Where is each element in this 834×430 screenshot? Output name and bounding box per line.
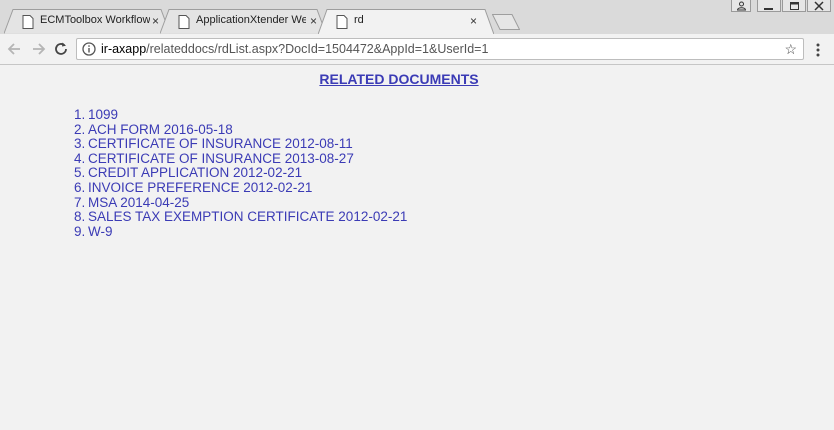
document-link[interactable]: ACH FORM 2016-05-18 (88, 122, 233, 137)
list-item: 6. INVOICE PREFERENCE 2012-02-21 (74, 179, 407, 196)
document-link[interactable]: W-9 (88, 224, 113, 239)
list-item: 7. MSA 2014-04-25 (74, 194, 407, 211)
page-icon (178, 15, 190, 29)
list-item-number: 9. (74, 223, 86, 239)
url-path: /relateddocs/rdList.aspx?DocId=1504472&A… (146, 42, 489, 56)
maximize-button[interactable] (782, 0, 806, 12)
list-item: 4. CERTIFICATE OF INSURANCE 2013-08-27 (74, 150, 407, 167)
list-item: 9. W-9 (74, 223, 407, 240)
list-item: 2. ACH FORM 2016-05-18 (74, 121, 407, 138)
url-text: ir-axapp/relateddocs/rdList.aspx?DocId=1… (101, 42, 488, 56)
document-link[interactable]: MSA 2014-04-25 (88, 195, 189, 210)
tab-close-icon[interactable]: × (470, 14, 477, 28)
document-link[interactable]: SALES TAX EXEMPTION CERTIFICATE 2012-02-… (88, 209, 407, 224)
page-content: RELATED DOCUMENTS 1. 1099 2. ACH FORM 2016-… (0, 65, 834, 430)
tab-ecmtoolbox[interactable]: ECMToolbox Workflow v4.0 × (4, 9, 170, 34)
document-link[interactable]: CERTIFICATE OF INSURANCE 2013-08-27 (88, 151, 354, 166)
list-item-number: 3. (74, 136, 86, 152)
list-item: 8. SALES TAX EXEMPTION CERTIFICATE 2012-0… (74, 209, 407, 225)
address-bar[interactable]: ir-axapp/relateddocs/rdList.aspx?DocId=1… (76, 38, 804, 60)
new-tab-button[interactable] (492, 14, 520, 30)
document-link[interactable]: 1099 (88, 107, 118, 122)
tab-title: ECMToolbox Workflow v4.0 (40, 14, 150, 26)
tab-title: ApplicationXtender Web Ac (196, 14, 306, 26)
forward-arrow-icon[interactable] (29, 40, 47, 58)
page-icon (336, 15, 348, 29)
person-icon (736, 1, 747, 11)
page-icon (22, 15, 34, 29)
browser-titlebar: ECMToolbox Workflow v4.0 × ApplicationXt… (0, 0, 834, 35)
tab-rd[interactable]: rd × (318, 9, 494, 35)
profile-button[interactable] (731, 0, 751, 12)
url-host: ir-axapp (101, 42, 147, 56)
reload-icon[interactable] (52, 40, 70, 58)
tab-close-icon[interactable]: × (152, 14, 159, 28)
tab-applicationxtender[interactable]: ApplicationXtender Web Ac × (160, 9, 326, 34)
list-item-number: 7. (74, 194, 86, 210)
page-title[interactable]: RELATED DOCUMENTS (0, 71, 798, 87)
list-item-number: 2. (74, 121, 86, 137)
list-item-number: 1. (74, 107, 86, 122)
list-item-number: 6. (74, 179, 86, 195)
tab-close-icon[interactable]: × (310, 14, 317, 28)
restore-icon (790, 2, 799, 10)
info-icon[interactable] (82, 42, 96, 56)
document-link[interactable]: CREDIT APPLICATION 2012-02-21 (88, 165, 302, 181)
related-documents-list: 1. 1099 2. ACH FORM 2016-05-18 3. CERTIFICATE… (74, 107, 407, 240)
bookmark-star-icon[interactable]: ☆ (784, 41, 797, 57)
tab-title: rd (354, 14, 364, 26)
list-item: 5. CREDIT APPLICATION 2012-02-21 (74, 166, 407, 181)
minimize-button[interactable] (757, 0, 781, 12)
browser-toolbar: ir-axapp/relateddocs/rdList.aspx?DocId=1… (0, 34, 834, 65)
menu-dots-icon[interactable] (813, 42, 823, 58)
list-item-number: 8. (74, 209, 86, 225)
close-icon (814, 1, 824, 11)
list-item-number: 5. (74, 165, 86, 181)
minimize-icon (764, 8, 773, 10)
close-window-button[interactable] (807, 0, 831, 12)
list-item: 3. CERTIFICATE OF INSURANCE 2012-08-11 (74, 136, 407, 152)
document-link[interactable]: CERTIFICATE OF INSURANCE 2012-08-11 (88, 136, 353, 151)
back-arrow-icon[interactable] (6, 40, 24, 58)
document-link[interactable]: INVOICE PREFERENCE 2012-02-21 (88, 180, 312, 195)
list-item: 1. 1099 (74, 107, 407, 123)
list-item-number: 4. (74, 150, 86, 166)
